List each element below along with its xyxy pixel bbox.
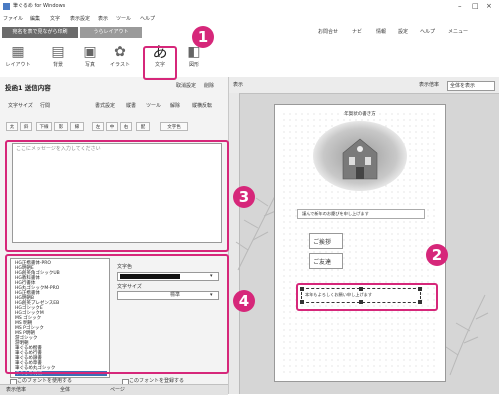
illust-button[interactable]: ✿ イラスト (106, 43, 134, 75)
cancel-settings-link[interactable]: 取消設定 (176, 84, 196, 89)
help-link[interactable]: ヘルプ (420, 30, 435, 35)
ribbon-tabs: 宛名を表で見ながら印刷 うらレイアウト お問合せ ナビ 情報 設定 ヘルプ メニ… (0, 25, 499, 39)
settings-link[interactable]: 設定 (398, 30, 408, 35)
callout-3: 3 (233, 186, 255, 208)
preview-toolbar: 表示 表示倍率 全体を表示 (229, 77, 499, 94)
italic-button[interactable]: 斜 (20, 122, 32, 131)
align-right-button[interactable]: 右 (120, 122, 132, 131)
background-button[interactable]: ▤ 背景 (44, 43, 72, 75)
align-center-button[interactable]: 中 (106, 122, 118, 131)
zoom-value: 全体を表示 (450, 82, 476, 89)
tab-active[interactable]: 宛名を表で見ながら印刷 (2, 27, 78, 38)
highlight-font-panel (5, 254, 229, 374)
maximize-button[interactable]: □ (472, 3, 479, 10)
navi-link[interactable]: ナビ (352, 30, 362, 35)
leaf-decoration (445, 294, 489, 376)
ribbon: ▦ レイアウト ▤ 背景 ▣ 写真 ✿ イラスト あ 文字 ◧ 図形 (0, 39, 499, 78)
vertical-button[interactable]: 縦書 (126, 104, 136, 109)
bold-button[interactable]: 太 (6, 122, 18, 131)
photo-button[interactable]: ▣ 写真 (76, 43, 104, 75)
underline-button[interactable]: 下線 (36, 122, 52, 131)
status-zoom: 表示倍率 (6, 387, 27, 393)
background-icon: ▤ (51, 44, 65, 60)
caption-3-text: ご友達 (313, 259, 332, 266)
release-button[interactable]: 解除 (170, 104, 180, 109)
menu-help[interactable]: ヘルプ (140, 17, 155, 22)
caption-box-2[interactable]: ご挨拶 (309, 233, 343, 249)
callout-4: 4 (233, 290, 255, 312)
tab-ura-layout[interactable]: うらレイアウト (80, 27, 142, 38)
line-spacing-label[interactable]: 行間 (40, 104, 50, 109)
caption-box-1[interactable]: 謹んで新年のお慶びを申し上げます (297, 209, 425, 219)
menu-display-settings[interactable]: 表示設定 (70, 17, 90, 22)
zoom-label: 表示倍率 (419, 82, 440, 88)
photo-icon: ▣ (83, 44, 97, 60)
menu-file[interactable]: ファイル (3, 17, 23, 22)
font-size-label[interactable]: 文字サイズ (8, 104, 33, 109)
highlight-selected-text (296, 283, 438, 311)
outline-button[interactable]: 縁 (70, 122, 84, 131)
highlight-text-button (143, 46, 177, 80)
minimize-button[interactable]: – (458, 3, 462, 10)
caption-box-3[interactable]: ご友達 (309, 253, 343, 269)
layout-icon: ▦ (11, 44, 25, 60)
inquiry-link[interactable]: お問合せ (318, 30, 338, 35)
app-icon (3, 3, 10, 10)
align-left-button[interactable]: 左 (92, 122, 104, 131)
shadow-button[interactable]: 影 (54, 122, 68, 131)
close-button[interactable]: × (486, 3, 492, 10)
card-page[interactable]: 年賀状の書き方 謹んで新年のお慶びを申し上げます ご挨拶 ご友達 本年もよろしく… (274, 104, 446, 382)
layout-button[interactable]: ▦ レイアウト (4, 43, 32, 75)
distribute-button[interactable]: 配 (136, 122, 150, 131)
caption-2-text: ご挨拶 (313, 239, 332, 246)
preview-label: 表示 (233, 82, 244, 88)
building-illustration (342, 138, 378, 180)
menu-edit[interactable]: 編集 (30, 17, 40, 22)
status-page[interactable]: ページ (110, 388, 125, 393)
caption-1-text: 謹んで新年のお慶びを申し上げます (302, 211, 369, 216)
highlight-textarea (5, 140, 229, 252)
info-link[interactable]: 情報 (376, 30, 386, 35)
callout-2: 2 (426, 244, 448, 266)
status-bar: 表示倍率 全体 ページ (0, 384, 228, 395)
menu-link[interactable]: メニュー (448, 30, 468, 35)
card-picture (313, 121, 407, 191)
window-title: 筆ぐるめ for Windows (13, 3, 66, 9)
status-all[interactable]: 全体 (60, 388, 70, 393)
panel-title: 投函1 送信内容 (5, 84, 51, 92)
menu-view[interactable]: 表示 (98, 17, 108, 22)
illust-icon: ✿ (114, 44, 126, 60)
zoom-select[interactable]: 全体を表示 (447, 81, 495, 91)
menu-tools[interactable]: ツール (116, 17, 131, 22)
menu-text[interactable]: 文字 (50, 17, 60, 22)
card-header: 年賀状の書き方 (344, 112, 376, 117)
text-color-button[interactable]: 文字色 (160, 122, 188, 131)
delete-link[interactable]: 削除 (204, 84, 214, 89)
flip-button[interactable]: 縦横反転 (192, 104, 212, 109)
callout-1: 1 (192, 26, 214, 48)
menu-bar: ファイル 編集 文字 表示設定 表示 ツール ヘルプ (0, 14, 499, 25)
format-settings-button[interactable]: 書式設定 (95, 104, 115, 109)
tool-button[interactable]: ツール (146, 104, 161, 109)
title-bar: 筆ぐるめ for Windows – □ × (0, 0, 499, 15)
